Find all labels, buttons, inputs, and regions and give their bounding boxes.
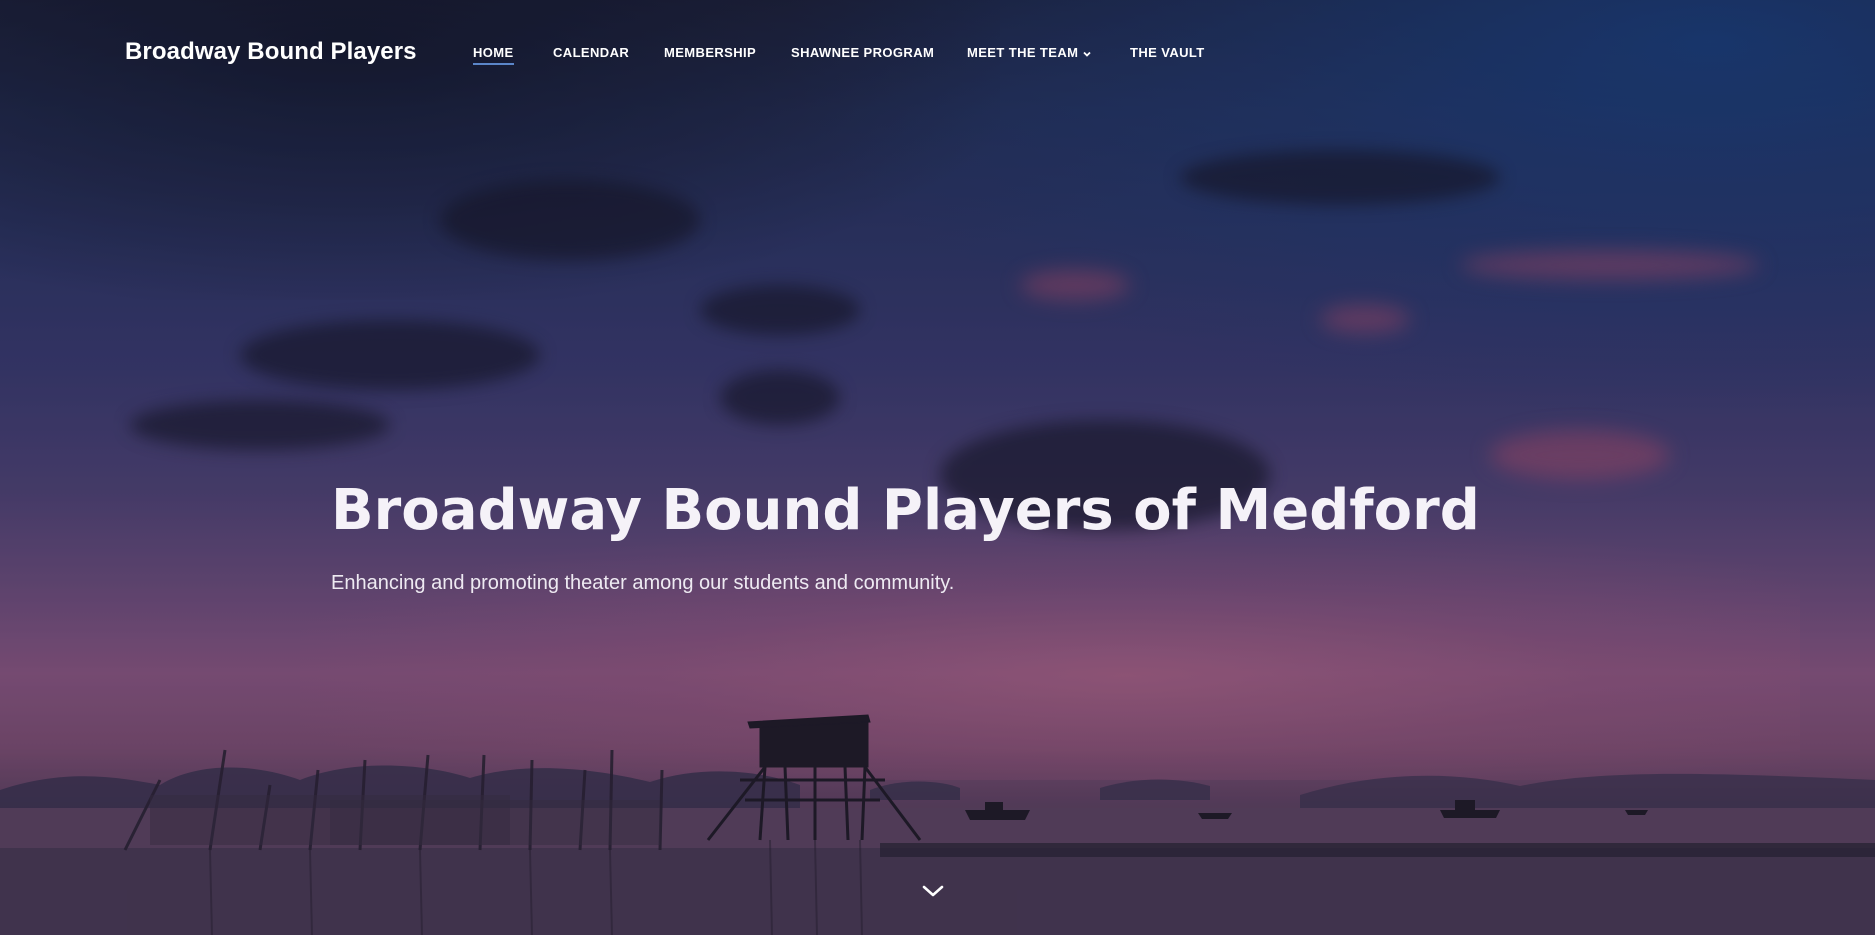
site-header: Broadway Bound Players HOME CALENDAR MEM… (0, 0, 1875, 108)
nav-item-home[interactable]: HOME (473, 45, 514, 65)
chevron-down-icon (1083, 51, 1092, 57)
nav-item-meet-the-team[interactable]: MEET THE TEAM (967, 45, 1092, 61)
hero-section: Broadway Bound Players HOME CALENDAR MEM… (0, 0, 1875, 935)
hero-subtitle: Enhancing and promoting theater among ou… (331, 572, 955, 594)
nav-item-the-vault[interactable]: THE VAULT (1130, 45, 1205, 61)
hero-title: Broadway Bound Players of Medford (331, 478, 1480, 543)
nav-item-shawnee-program[interactable]: SHAWNEE PROGRAM (791, 45, 934, 61)
nav-item-membership[interactable]: MEMBERSHIP (664, 45, 756, 61)
site-brand-link[interactable]: Broadway Bound Players (125, 38, 417, 66)
chevron-down-icon[interactable] (920, 882, 946, 900)
nav-item-calendar[interactable]: CALENDAR (553, 45, 629, 61)
nav-item-meet-the-team-label: MEET THE TEAM (967, 45, 1079, 60)
hero-dim-overlay (0, 0, 1875, 935)
